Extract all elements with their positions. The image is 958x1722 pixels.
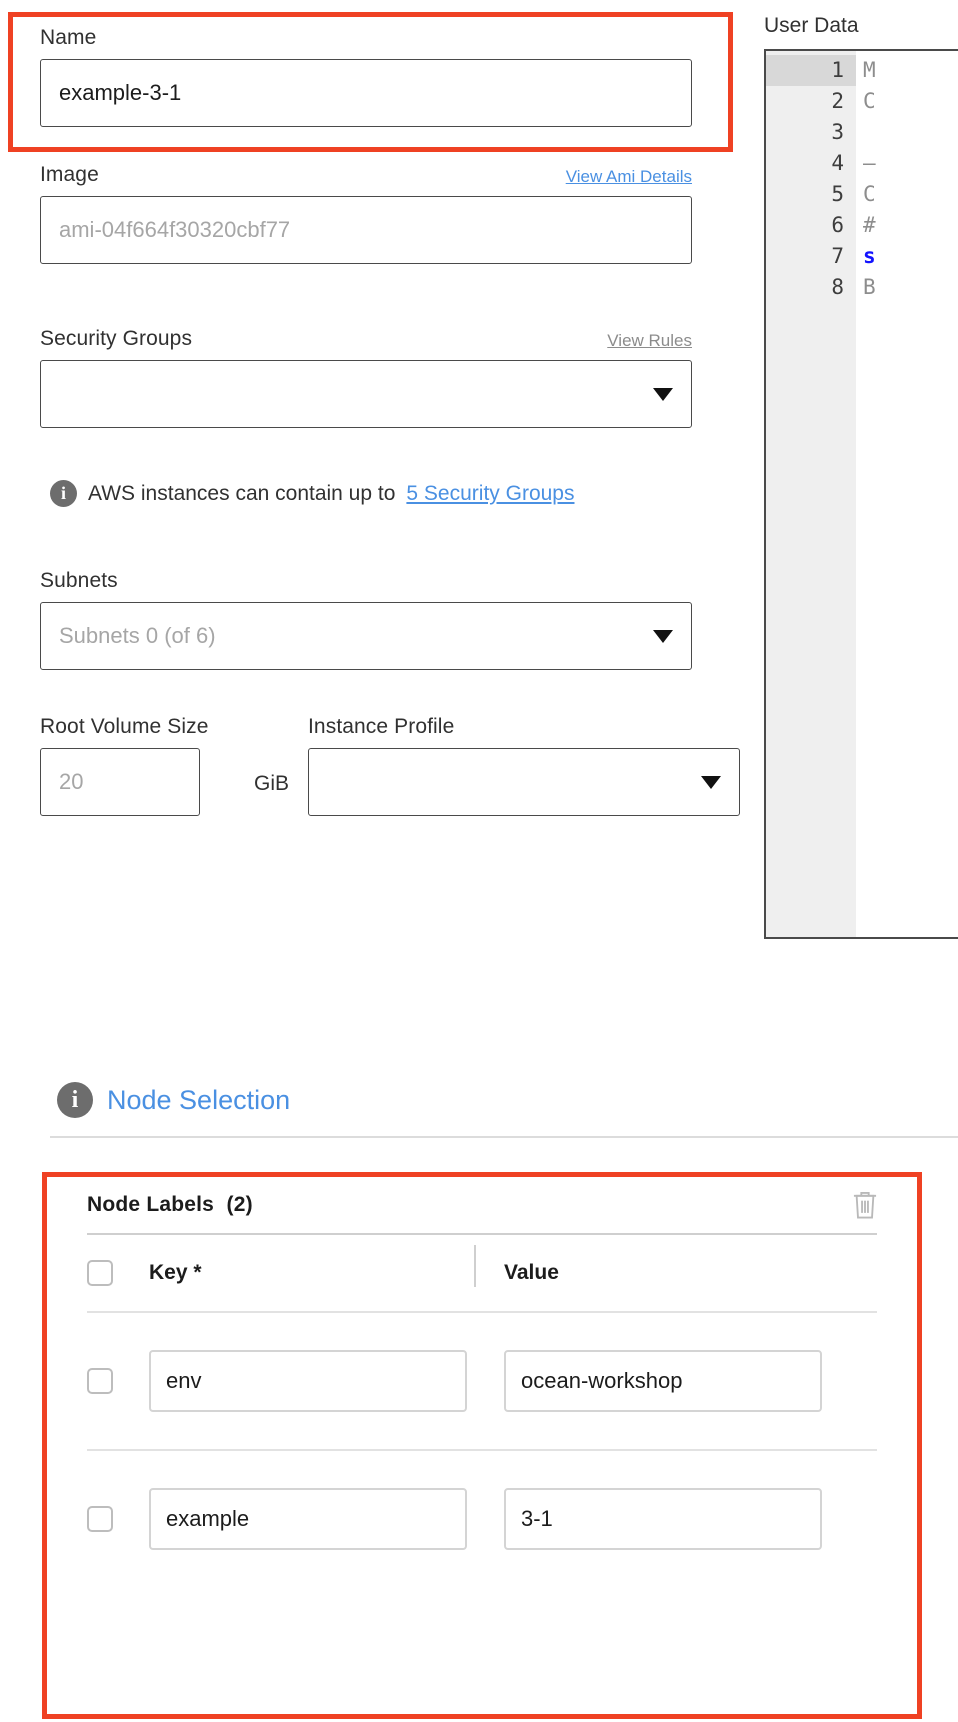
column-separator	[474, 1245, 476, 1287]
line-number: 8	[831, 275, 844, 299]
root-volume-size-input[interactable]: 20	[40, 748, 200, 816]
name-label: Name	[40, 26, 97, 49]
image-label: Image	[40, 163, 99, 186]
key-column-header: Key *	[149, 1245, 504, 1287]
info-icon: i	[57, 1082, 93, 1118]
row-value-cell: 3-1	[504, 1488, 877, 1550]
row-select-cell	[87, 1506, 149, 1532]
node-labels-title: Node Labels	[87, 1193, 215, 1216]
value-column-header: Value	[504, 1261, 877, 1285]
label-value-input[interactable]: ocean-workshop	[504, 1350, 822, 1412]
code-line: B	[863, 275, 876, 299]
image-field-group: Image View Ami Details ami-04f664f30320c…	[40, 163, 692, 264]
row-select-cell	[87, 1368, 149, 1394]
user-data-editor[interactable]: 1 2 3 4 5 6 7 8 M C – C # s B	[764, 49, 958, 939]
root-volume-size-label: Root Volume Size	[40, 715, 209, 738]
label-value-input[interactable]: 3-1	[504, 1488, 822, 1550]
chevron-down-icon	[653, 629, 673, 643]
five-security-groups-link[interactable]: 5 Security Groups	[406, 482, 574, 506]
key-column-label: Key *	[149, 1261, 202, 1284]
name-field-group: Name example-3-1	[40, 26, 692, 127]
view-ami-details-link[interactable]: View Ami Details	[566, 167, 692, 187]
node-labels-count: (2)	[226, 1193, 253, 1216]
row-checkbox[interactable]	[87, 1506, 113, 1532]
instance-profile-group: Instance Profile	[308, 715, 740, 816]
subnets-field-group: Subnets Subnets 0 (of 6)	[40, 569, 692, 670]
subnets-value: Subnets 0 (of 6)	[59, 623, 216, 648]
row-value-cell: ocean-workshop	[504, 1350, 877, 1412]
root-volume-size-group: Root Volume Size 20	[40, 715, 272, 816]
code-line: C	[863, 182, 876, 206]
image-input[interactable]: ami-04f664f30320cbf77	[40, 196, 692, 264]
label-key-input[interactable]: env	[149, 1350, 467, 1412]
security-groups-label-row: Security Groups View Rules	[40, 327, 692, 351]
image-label-row: Image View Ami Details	[40, 163, 692, 187]
code-line: M	[863, 58, 876, 82]
user-data-line-numbers: 1 2 3 4 5 6 7 8	[766, 51, 856, 937]
user-data-label: User Data	[764, 14, 859, 37]
select-all-checkbox[interactable]	[87, 1260, 113, 1286]
security-groups-note: i AWS instances can contain up to 5 Secu…	[50, 480, 574, 507]
line-number: 4	[831, 151, 844, 175]
security-groups-label: Security Groups	[40, 327, 193, 350]
subnets-select[interactable]: Subnets 0 (of 6)	[40, 602, 692, 670]
info-icon: i	[50, 480, 77, 507]
value-column-label: Value	[504, 1261, 559, 1284]
node-selection-header[interactable]: i Node Selection	[57, 1082, 290, 1118]
name-input[interactable]: example-3-1	[40, 59, 692, 127]
chevron-down-icon	[653, 387, 673, 401]
instance-profile-label: Instance Profile	[308, 715, 455, 738]
row-checkbox[interactable]	[87, 1368, 113, 1394]
gib-unit-label: GiB	[253, 772, 289, 795]
row-key-cell: example	[149, 1488, 504, 1550]
settings-form-page: Name example-3-1 Image View Ami Details …	[0, 0, 958, 1722]
select-all-cell	[87, 1260, 149, 1286]
security-groups-select[interactable]	[40, 360, 692, 428]
table-row: example 3-1	[47, 1451, 917, 1587]
table-header-row: Key * Value	[47, 1235, 917, 1311]
line-number: 5	[831, 182, 844, 206]
line-number: 7	[831, 244, 844, 268]
node-labels-card: Node Labels (2) Key * Value env ocean-wo…	[47, 1177, 917, 1587]
line-number: 1	[766, 55, 856, 86]
row-key-cell: env	[149, 1350, 504, 1412]
chevron-down-icon	[701, 775, 721, 789]
label-key-input[interactable]: example	[149, 1488, 467, 1550]
instance-profile-select[interactable]	[308, 748, 740, 816]
volume-profile-row: Root Volume Size 20 GiB Instance Profile	[40, 715, 740, 816]
table-row: env ocean-workshop	[47, 1313, 917, 1449]
user-data-code[interactable]: M C – C # s B	[856, 51, 958, 937]
trash-icon[interactable]	[850, 1189, 880, 1221]
code-line: C	[863, 89, 876, 113]
subnets-label: Subnets	[40, 569, 118, 592]
node-labels-table: Key * Value env ocean-workshop example 3…	[47, 1235, 917, 1587]
user-data-panel: User Data 1 2 3 4 5 6 7 8 M C – C # s B	[764, 14, 958, 939]
code-line: s	[863, 244, 876, 268]
node-selection-label[interactable]: Node Selection	[107, 1085, 290, 1116]
line-number: 6	[831, 213, 844, 237]
code-line: –	[863, 151, 876, 175]
security-groups-field-group: Security Groups View Rules	[40, 327, 692, 428]
line-number: 2	[831, 89, 844, 113]
view-rules-link[interactable]: View Rules	[607, 331, 692, 351]
section-divider	[50, 1136, 958, 1138]
node-labels-header: Node Labels (2)	[47, 1177, 917, 1233]
security-groups-note-text: AWS instances can contain up to	[88, 481, 396, 505]
line-number: 3	[831, 120, 844, 144]
code-line: #	[863, 213, 876, 237]
